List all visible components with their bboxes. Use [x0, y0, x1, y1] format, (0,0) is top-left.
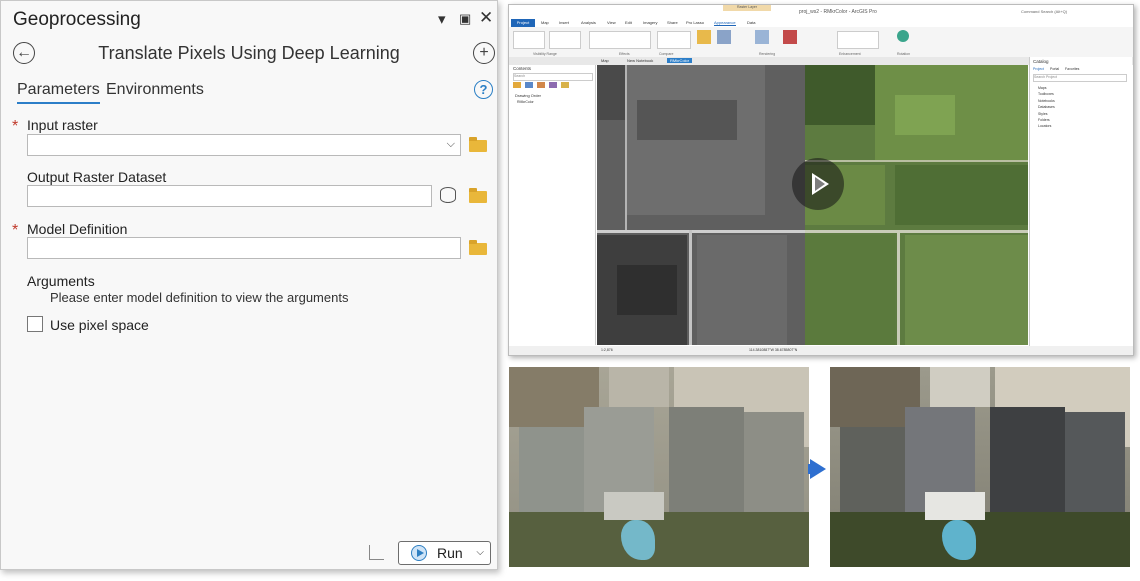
- band-combination-icon[interactable]: [783, 30, 797, 44]
- chevron-down-icon[interactable]: ⌵: [476, 547, 484, 558]
- resampling-icon[interactable]: [755, 30, 769, 44]
- after-aerial-image: [830, 367, 1130, 567]
- contents-search[interactable]: Search: [513, 73, 593, 81]
- arguments-hint: Please enter model definition to view th…: [50, 290, 349, 305]
- drawing-order-label: Drawing Order: [515, 93, 542, 98]
- coordinates-readout: 114.3810887°W 38.6785807°N: [749, 348, 798, 352]
- tool-title: Translate Pixels Using Deep Learning: [98, 43, 400, 63]
- ribbon-tabs: Project Map Insert Analysis View Edit Im…: [509, 19, 1133, 27]
- catalog-search[interactable]: Search Project: [1033, 74, 1127, 82]
- tab-view[interactable]: View: [607, 20, 616, 25]
- run-button[interactable]: Run ⌵: [398, 541, 491, 565]
- pane-title: Geoprocessing: [13, 9, 141, 30]
- ribbon-group-label: Visibility Range: [533, 52, 557, 56]
- ribbon-group-label: Enhancement: [839, 52, 861, 56]
- catalog-title: Catalog: [1033, 59, 1049, 64]
- geoprocessing-pane: Geoprocessing ▾ ▣ ✕ ← Translate Pixels U…: [0, 0, 498, 570]
- layer-item[interactable]: RMkrColor: [517, 100, 534, 104]
- tab-share[interactable]: Share: [667, 20, 678, 25]
- ribbon-group-label: Rotation: [897, 52, 911, 56]
- ribbon: Visibility Range Effects Compare Renderi…: [509, 27, 1133, 58]
- ribbon-group-label: Compare: [659, 52, 674, 56]
- play-video-button[interactable]: [792, 158, 844, 210]
- use-pixel-space-label: Use pixel space: [50, 317, 149, 333]
- model-definition-field[interactable]: [27, 237, 461, 259]
- symbology-icon[interactable]: [697, 30, 711, 44]
- folder-icon[interactable]: [469, 240, 487, 255]
- play-icon: [411, 545, 427, 561]
- catalog-tab[interactable]: Project: [1033, 67, 1044, 71]
- catalog-item[interactable]: Toolboxes: [1038, 91, 1055, 97]
- contents-toolbar[interactable]: [513, 82, 573, 88]
- stretch-icon[interactable]: [717, 30, 731, 44]
- rotation-icon[interactable]: [897, 30, 909, 42]
- catalog-tab[interactable]: Portal: [1050, 67, 1059, 71]
- tab-appearance[interactable]: Appearance: [714, 20, 736, 26]
- tab-imagery[interactable]: Imagery: [643, 20, 657, 25]
- input-raster-label: Input raster: [27, 117, 98, 133]
- colorized-imagery: [805, 65, 1028, 345]
- ribbon-control[interactable]: [657, 31, 691, 49]
- arcgis-pro-window: Raster Layer proj_ws2 - RMkrColor - ArcG…: [508, 4, 1134, 356]
- use-pixel-space-checkbox[interactable]: [27, 316, 43, 332]
- input-raster-dropdown[interactable]: ⌵: [27, 134, 461, 156]
- folder-icon[interactable]: [469, 137, 487, 152]
- contents-pane: Contents Search Drawing Order RMkrColor: [511, 65, 596, 345]
- map-view[interactable]: [597, 65, 1028, 345]
- tab-pro-lasso[interactable]: Pro Lasso: [686, 20, 704, 25]
- maximize-icon[interactable]: ▣: [459, 11, 471, 27]
- grayscale-imagery: [597, 65, 805, 345]
- database-icon[interactable]: [440, 187, 456, 203]
- tab-map[interactable]: Map: [541, 20, 549, 25]
- view-tab-notebook[interactable]: New Notebook: [627, 58, 653, 63]
- catalog-pane: Catalog Project Portal Favorites Search …: [1029, 57, 1132, 347]
- context-tab-label: Raster Layer: [723, 5, 771, 11]
- chevron-down-icon: ⌵: [446, 138, 455, 150]
- command-search[interactable]: Command Search (Alt+Q): [1021, 9, 1067, 14]
- tab-insert[interactable]: Insert: [559, 20, 569, 25]
- ribbon-group-label: Rendering: [759, 52, 776, 56]
- catalog-tree: Maps Toolboxes Notebooks Databases Style…: [1038, 85, 1055, 130]
- close-icon[interactable]: ✕: [479, 8, 493, 28]
- pane-menu-icon[interactable]: ▾: [438, 10, 446, 28]
- tab-data[interactable]: Data: [747, 20, 755, 25]
- required-marker: *: [12, 118, 19, 135]
- arguments-label: Arguments: [27, 273, 95, 289]
- ribbon-control[interactable]: [589, 31, 651, 49]
- title-bar: Raster Layer proj_ws2 - RMkrColor - ArcG…: [509, 5, 1133, 19]
- run-label: Run: [437, 545, 463, 561]
- map-scale[interactable]: 1:2,876: [601, 348, 613, 352]
- contents-title: Contents: [513, 66, 532, 71]
- window-title: proj_ws2 - RMkrColor - ArcGIS Pro: [799, 9, 877, 15]
- required-marker: *: [12, 222, 19, 239]
- view-tab-map[interactable]: Map: [601, 58, 609, 63]
- arrow-right-icon: [810, 459, 826, 479]
- folder-icon[interactable]: [469, 188, 487, 203]
- before-aerial-image: [509, 367, 809, 567]
- model-definition-label: Model Definition: [27, 221, 128, 237]
- ribbon-control[interactable]: [513, 31, 545, 49]
- help-icon[interactable]: ?: [474, 80, 493, 99]
- view-tab-rmkrcolor[interactable]: RMkrColor: [667, 58, 693, 63]
- tab-project[interactable]: Project: [511, 19, 535, 27]
- tab-analysis[interactable]: Analysis: [581, 20, 596, 25]
- output-raster-label: Output Raster Dataset: [27, 169, 167, 185]
- catalog-tab[interactable]: Favorites: [1065, 67, 1079, 71]
- catalog-item[interactable]: Databases: [1038, 104, 1055, 110]
- ribbon-group-label: Effects: [619, 52, 630, 56]
- plus-icon: +: [479, 44, 489, 61]
- status-bar: 1:2,876 114.3810887°W 38.6785807°N: [509, 346, 1133, 355]
- output-raster-field[interactable]: [27, 185, 432, 207]
- tab-environments[interactable]: Environments: [106, 81, 204, 99]
- ribbon-control[interactable]: [549, 31, 581, 49]
- history-icon[interactable]: [369, 545, 384, 560]
- tab-parameters[interactable]: Parameters: [17, 81, 100, 104]
- enhancement-sliders[interactable]: [837, 31, 879, 49]
- tab-edit[interactable]: Edit: [625, 20, 632, 25]
- catalog-item[interactable]: Locators: [1038, 123, 1055, 129]
- add-button[interactable]: +: [473, 42, 495, 64]
